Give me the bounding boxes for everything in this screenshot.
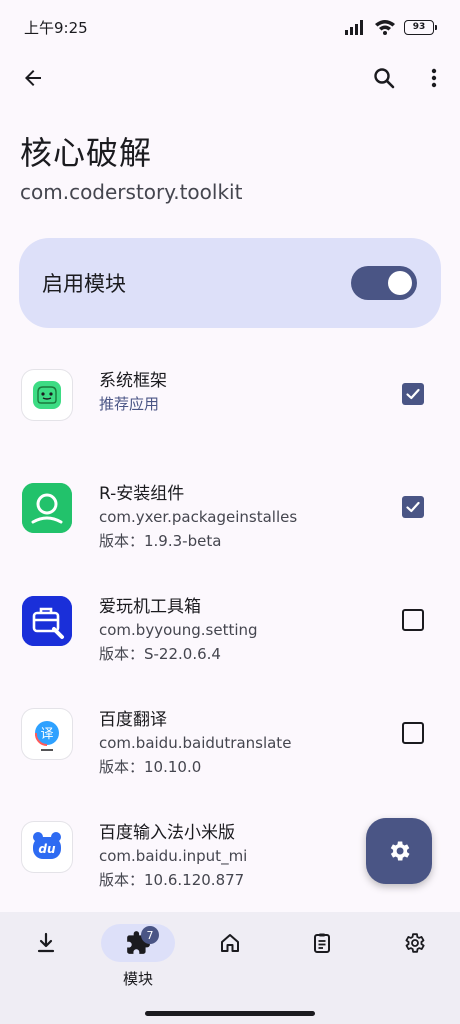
app-package: com.byyoung.setting	[99, 621, 258, 639]
app-text: 百度输入法小米版 com.baidu.input_mi 版本：10.6.120.…	[99, 822, 247, 892]
search-icon	[374, 68, 395, 89]
app-version: 版本：1.9.3-beta	[99, 532, 222, 550]
signal-icon	[345, 20, 363, 35]
bottom-navigation: 7 模块	[0, 912, 460, 1024]
package-name: com.coderstory.toolkit	[20, 180, 243, 204]
page-title: 核心破解	[20, 134, 153, 172]
app-recommended-label: 推荐应用	[99, 395, 160, 413]
status-bar: 上午9:25 93	[0, 0, 460, 54]
battery-icon: 93	[404, 19, 437, 35]
app-version: 版本：10.6.120.877	[99, 871, 245, 889]
app-name: 百度翻译	[99, 710, 167, 730]
package-installer-icon	[22, 483, 72, 533]
nav-logs[interactable]	[276, 924, 368, 1004]
back-arrow-icon	[25, 70, 41, 86]
enable-module-label: 启用模块	[42, 272, 126, 296]
battery-level: 93	[412, 22, 426, 32]
back-button[interactable]	[11, 56, 55, 100]
app-text: 百度翻译 com.baidu.baidutranslate 版本：10.10.0	[99, 709, 291, 779]
wifi-icon	[375, 20, 395, 35]
nav-download[interactable]	[0, 924, 92, 1004]
enable-module-card[interactable]: 启用模块	[19, 238, 441, 328]
baidu-translate-icon: 译	[22, 709, 72, 759]
app-checkbox[interactable]	[402, 609, 424, 631]
app-name: R-安装组件	[99, 484, 185, 504]
list-item[interactable]: 爱玩机工具箱 com.byyoung.setting 版本：S-22.0.6.4	[0, 586, 460, 699]
check-icon	[406, 388, 420, 400]
nav-settings[interactable]	[368, 924, 460, 1004]
app-text: R-安装组件 com.yxer.packageinstalles 版本：1.9.…	[99, 483, 297, 553]
app-name: 系统框架	[99, 371, 167, 391]
toolbox-icon	[22, 596, 72, 646]
settings-fab[interactable]	[366, 818, 432, 884]
app-name: 爱玩机工具箱	[99, 597, 201, 617]
app-checkbox[interactable]	[402, 383, 424, 405]
nav-home[interactable]	[184, 924, 276, 1004]
app-text: 爱玩机工具箱 com.byyoung.setting 版本：S-22.0.6.4	[99, 596, 258, 666]
svg-text:译: 译	[40, 727, 53, 742]
download-icon	[37, 932, 55, 953]
nav-modules-label: 模块	[122, 970, 153, 988]
enable-module-switch[interactable]	[351, 266, 417, 300]
top-app-bar	[0, 56, 460, 102]
more-options-button[interactable]	[412, 56, 456, 100]
status-time: 上午9:25	[24, 18, 88, 37]
search-button[interactable]	[362, 56, 406, 100]
modules-badge: 7	[141, 926, 159, 944]
list-item[interactable]: 译 百度翻译 com.baidu.baidutranslate 版本：10.10…	[0, 699, 460, 812]
switch-thumb	[388, 271, 412, 295]
gear-icon	[390, 841, 410, 861]
app-package: com.yxer.packageinstalles	[99, 508, 298, 526]
home-indicator[interactable]	[145, 1011, 315, 1016]
check-icon	[406, 501, 420, 513]
app-version: 版本：10.10.0	[99, 758, 202, 776]
svg-text:du: du	[38, 842, 56, 856]
app-name: 百度输入法小米版	[99, 823, 235, 843]
app-version: 版本：S-22.0.6.4	[99, 645, 221, 663]
status-icons: 93	[344, 19, 437, 35]
app-package: com.baidu.input_mi	[99, 847, 248, 865]
app-text: 系统框架 推荐应用	[99, 370, 167, 416]
list-item[interactable]: R-安装组件 com.yxer.packageinstalles 版本：1.9.…	[0, 473, 460, 586]
home-icon	[221, 934, 239, 952]
gear-icon	[405, 933, 425, 953]
baidu-input-icon: du	[22, 822, 72, 872]
app-checkbox[interactable]	[402, 722, 424, 744]
system-framework-icon	[22, 370, 72, 420]
app-checkbox[interactable]	[402, 496, 424, 518]
nav-modules[interactable]: 7 模块	[92, 924, 184, 1004]
app-package: com.baidu.baidutranslate	[99, 734, 292, 752]
list-item[interactable]: 系统框架 推荐应用	[0, 360, 460, 473]
clipboard-icon	[314, 933, 330, 953]
more-vert-icon	[431, 68, 437, 88]
